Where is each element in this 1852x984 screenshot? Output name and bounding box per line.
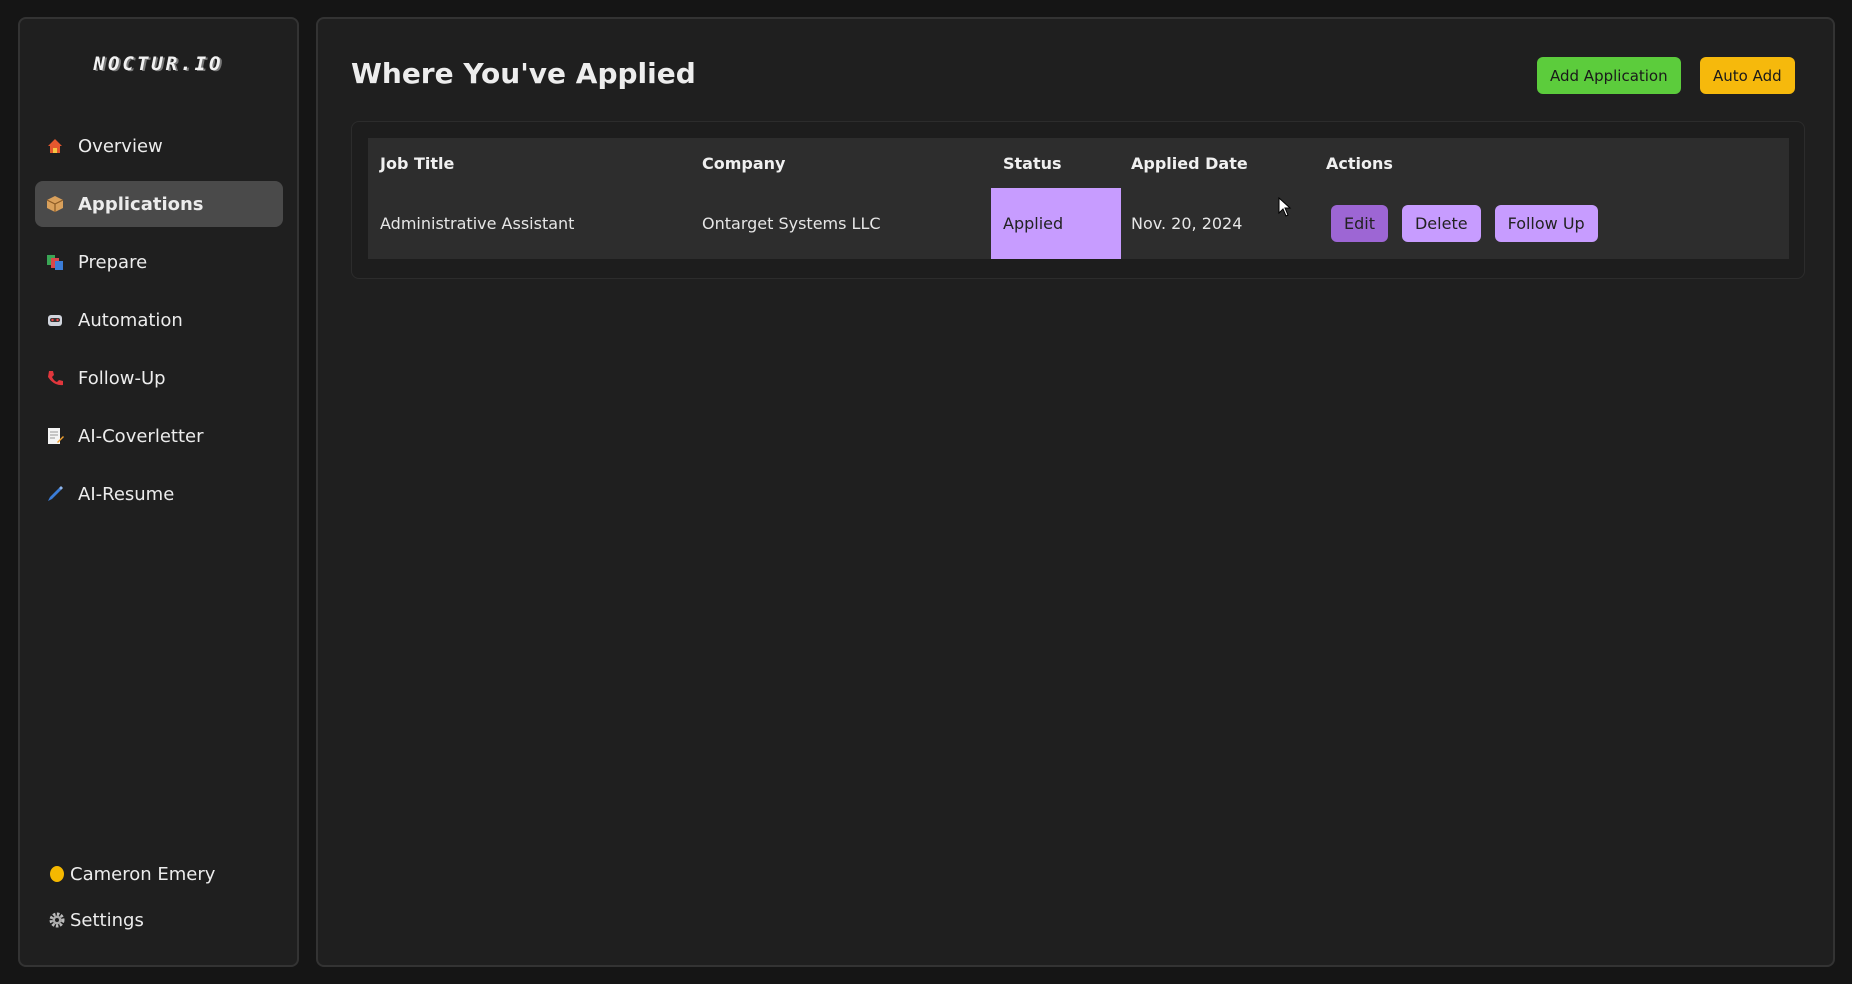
settings-label: Settings	[70, 909, 144, 931]
user-profile[interactable]: Cameron Emery	[48, 851, 215, 897]
column-header-applied-date: Applied Date	[1131, 153, 1248, 173]
settings-link[interactable]: Settings	[48, 897, 215, 943]
column-header-status: Status	[1003, 153, 1062, 173]
sidebar-item-label: Automation	[78, 309, 183, 331]
status-badge: Applied	[991, 188, 1121, 259]
column-header-job-title: Job Title	[380, 153, 455, 173]
sidebar-item-prepare[interactable]: Prepare	[35, 239, 283, 285]
house-icon	[46, 137, 64, 155]
sidebar-item-ai-resume[interactable]: AI-Resume	[35, 471, 283, 517]
column-header-company: Company	[702, 153, 786, 173]
table-row: Administrative Assistant Ontarget System…	[368, 188, 1789, 259]
sidebar-item-label: Overview	[78, 135, 163, 157]
memo-icon	[46, 427, 64, 445]
sidebar-item-label: Applications	[78, 193, 204, 215]
row-actions: Edit Delete Follow Up	[1331, 205, 1598, 242]
mouse-cursor-icon	[1278, 196, 1292, 217]
job-title-cell: Administrative Assistant	[380, 214, 575, 233]
follow-up-button[interactable]: Follow Up	[1494, 205, 1598, 242]
auto-add-button[interactable]: Auto Add	[1700, 57, 1795, 94]
sidebar-item-follow-up[interactable]: Follow-Up	[35, 355, 283, 401]
app-logo: NOCTUR.IO	[93, 53, 224, 75]
sidebar-item-label: Follow-Up	[78, 367, 166, 389]
sidebar-item-label: AI-Resume	[78, 483, 175, 505]
delete-button[interactable]: Delete	[1401, 205, 1481, 242]
table-header: Job Title Company Status Applied Date Ac…	[368, 138, 1789, 188]
edit-button[interactable]: Edit	[1331, 205, 1388, 242]
sidebar-nav: Overview Applications Prepare Automation…	[35, 123, 283, 529]
sidebar-item-overview[interactable]: Overview	[35, 123, 283, 169]
phone-icon	[46, 369, 64, 387]
sidebar-item-label: AI-Coverletter	[78, 425, 204, 447]
sidebar-item-applications[interactable]: Applications	[35, 181, 283, 227]
robot-icon	[46, 311, 64, 329]
add-application-button[interactable]: Add Application	[1537, 57, 1681, 94]
sidebar-footer: Cameron Emery Settings	[48, 851, 215, 943]
pen-icon	[46, 485, 64, 503]
applications-table: Job Title Company Status Applied Date Ac…	[368, 138, 1789, 259]
sidebar-item-automation[interactable]: Automation	[35, 297, 283, 343]
books-icon	[46, 253, 64, 271]
applications-card: Job Title Company Status Applied Date Ac…	[351, 121, 1805, 279]
sidebar-item-ai-coverletter[interactable]: AI-Coverletter	[35, 413, 283, 459]
sidebar-item-label: Prepare	[78, 251, 148, 273]
column-header-actions: Actions	[1326, 153, 1393, 173]
gear-icon	[48, 911, 66, 929]
main-panel: Where You've Applied Add Application Aut…	[316, 17, 1835, 967]
package-icon	[46, 195, 64, 213]
avatar-icon	[48, 865, 66, 883]
applied-date-cell: Nov. 20, 2024	[1131, 214, 1243, 233]
company-cell: Ontarget Systems LLC	[702, 214, 881, 233]
user-name: Cameron Emery	[70, 863, 216, 885]
sidebar: NOCTUR.IO Overview Applications Prepare …	[18, 17, 299, 967]
page-title: Where You've Applied	[351, 57, 696, 90]
